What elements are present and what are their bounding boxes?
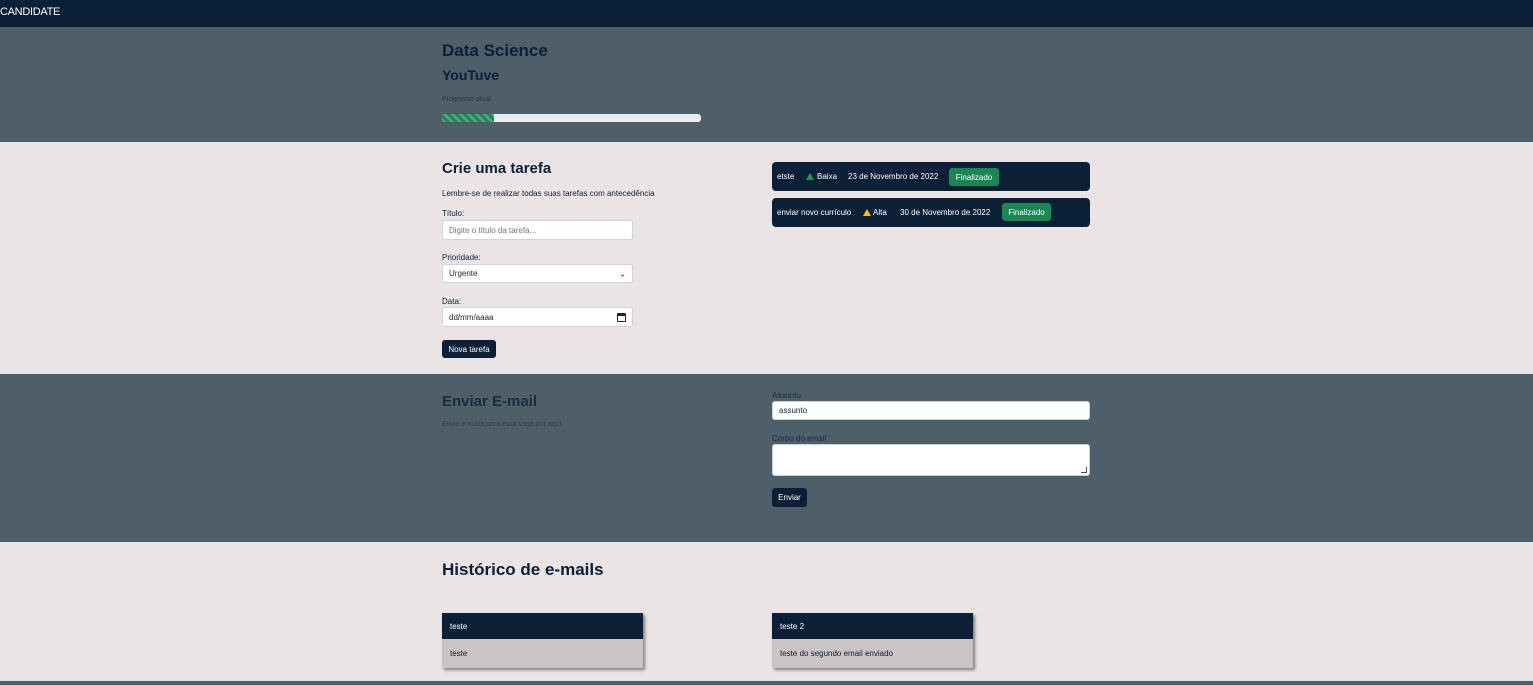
- task-title-placeholder: Digite o título da tarefa...: [449, 225, 537, 235]
- task-status-button[interactable]: Finalizado: [1002, 203, 1051, 221]
- email-section: Enviar E-mail Envie e-mails para essa va…: [0, 374, 1533, 542]
- priority-label: Prioridade:: [442, 253, 481, 262]
- task-title-input[interactable]: Digite o título da tarefa...: [442, 220, 633, 240]
- job-header: Data Science YouTuve Progresso atual: [0, 27, 1533, 142]
- email-body: teste do segundo email enviado: [772, 639, 973, 668]
- title-label: Título:: [442, 209, 465, 218]
- date-label: Data:: [442, 297, 462, 306]
- email-body: teste: [442, 639, 643, 668]
- email-subject-value: assunto: [779, 406, 808, 415]
- task-date-placeholder: dd/mm/aaaa: [449, 312, 494, 322]
- company-name: YouTuve: [442, 67, 500, 83]
- brand-logo[interactable]: CANDIDATE: [0, 6, 60, 18]
- task-item: etste Baixa 23 de Novembro de 2022 Final…: [772, 162, 1090, 191]
- priority-select[interactable]: Urgente ⌄: [442, 264, 633, 283]
- email-subject: teste: [442, 613, 643, 639]
- email-subject: teste 2: [772, 613, 973, 639]
- task-date: 30 de Novembro de 2022: [900, 208, 991, 217]
- email-history-section: Histórico de e-mails teste teste teste 2…: [0, 542, 1533, 681]
- chevron-down-icon: ⌄: [619, 269, 626, 278]
- body-label: Corpo do email: [772, 434, 827, 443]
- priority-selected-value: Urgente: [449, 269, 478, 278]
- task-date: 23 de Novembro de 2022: [848, 172, 939, 181]
- task-item: enviar novo currículo Alta 30 de Novembr…: [772, 198, 1090, 227]
- tasks-section: Crie uma tarefa Lembre-se de realizar to…: [0, 142, 1533, 374]
- progress-label: Progresso atual: [442, 96, 492, 103]
- email-history-title: Histórico de e-mails: [442, 560, 604, 579]
- calendar-icon[interactable]: [617, 313, 626, 322]
- footer-strip: [0, 681, 1533, 685]
- email-body-textarea[interactable]: [772, 444, 1090, 476]
- task-name: etste: [777, 172, 795, 181]
- email-card[interactable]: teste 2 teste do segundo email enviado: [772, 613, 973, 668]
- task-form-title: Crie uma tarefa: [442, 160, 552, 177]
- subject-label: Assunto: [772, 391, 801, 400]
- send-email-button[interactable]: Enviar: [772, 488, 807, 507]
- task-name: enviar novo currículo: [777, 208, 852, 217]
- task-date-input[interactable]: dd/mm/aaaa: [442, 307, 633, 327]
- job-title: Data Science: [442, 41, 548, 60]
- navbar: CANDIDATE: [0, 0, 1533, 27]
- email-section-title: Enviar E-mail: [442, 393, 538, 410]
- email-card[interactable]: teste teste: [442, 613, 643, 668]
- task-priority: Baixa: [817, 172, 838, 181]
- progress-bar-fill: [442, 114, 494, 122]
- resize-handle-icon[interactable]: [1081, 467, 1087, 473]
- task-priority: Alta: [873, 208, 887, 217]
- email-subject-input[interactable]: assunto: [772, 401, 1090, 420]
- task-status-button[interactable]: Finalizado: [949, 168, 999, 186]
- new-task-button[interactable]: Nova tarefa: [442, 340, 496, 358]
- task-form-hint: Lembre-se de realizar todas suas tarefas…: [442, 189, 655, 198]
- progress-bar: [442, 114, 701, 122]
- priority-high-icon: [863, 209, 871, 216]
- priority-low-icon: [806, 173, 814, 180]
- email-section-subtitle: Envie e-mails para essa vaga por aqui.: [442, 421, 564, 428]
